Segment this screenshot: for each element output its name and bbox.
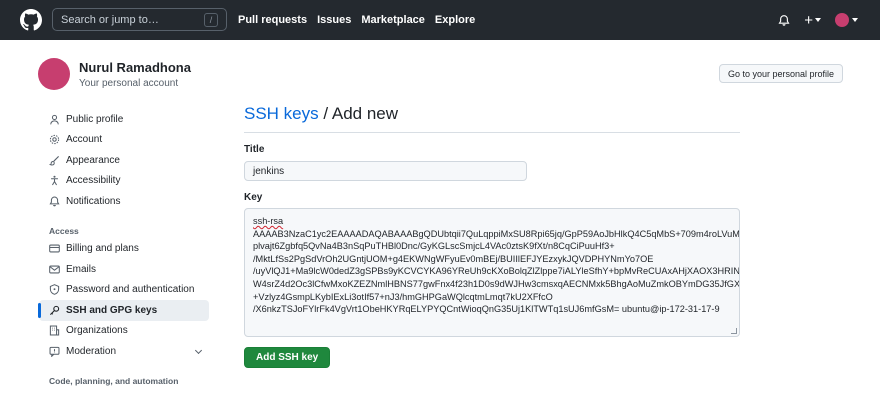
github-logo-icon[interactable]	[20, 9, 42, 31]
sidebar-item-ssh-gpg-keys[interactable]: SSH and GPG keys	[38, 300, 209, 321]
page-title-text: Add new	[331, 104, 399, 123]
search-shortcut-hint: /	[204, 12, 218, 27]
key-line: /X6nkzTSJoFYlrFk4VgVrt1ObeHKYRqELYPYQCnt…	[253, 304, 720, 315]
go-to-profile-button[interactable]: Go to your personal profile	[718, 64, 843, 83]
caret-down-icon	[852, 18, 858, 22]
title-field[interactable]: jenkins	[244, 161, 527, 181]
sidebar-item-label: Account	[66, 134, 103, 146]
sidebar-item-appearance[interactable]: Appearance	[39, 150, 209, 171]
caret-down-icon	[815, 18, 821, 22]
search-placeholder: Search or jump to…	[61, 13, 159, 26]
header-actions: +	[778, 0, 858, 40]
add-ssh-key-button[interactable]: Add SSH key	[244, 347, 331, 368]
profile-subtitle: Your personal account	[79, 77, 179, 89]
key-line: +Vzlyz4GsmpLKybIExLi3otIf57+nJ3/hmGHPGaW…	[253, 291, 553, 302]
title-label: Title	[244, 144, 265, 155]
primary-nav: Pull requests Issues Marketplace Explore	[238, 0, 485, 40]
bell-icon	[49, 196, 60, 207]
key-line: /MktLfSs2PgSdVrOh2UGntjUOM+g4EKWNgWFyuEv…	[253, 253, 654, 264]
organization-icon	[49, 325, 60, 336]
key-line: W4srZ4d2Oc3lCfwMxoKZEZNmlHBNS77gwFnx4f23…	[253, 278, 740, 289]
sidebar-item-password-auth[interactable]: Password and authentication	[39, 280, 209, 301]
sidebar-section-code: Code, planning, and automation	[49, 375, 179, 386]
title-field-value: jenkins	[253, 165, 285, 177]
key-textarea[interactable]: ssh-rsa AAAAB3NzaC1yc2EAAAADAQABAAABgQDU…	[244, 208, 740, 337]
main-content: SSH keys / Add new Title jenkins Key ssh…	[244, 104, 740, 368]
sidebar-item-label: Moderation	[66, 345, 117, 357]
mail-icon	[49, 264, 60, 275]
person-icon	[49, 114, 60, 125]
sidebar-section-access: Access	[49, 225, 79, 236]
create-new-button[interactable]: +	[804, 12, 821, 29]
key-label: Key	[244, 192, 263, 203]
page-title: SSH keys / Add new	[244, 104, 740, 133]
sidebar-item-notifications[interactable]: Notifications	[39, 191, 209, 212]
sidebar-item-organizations[interactable]: Organizations	[39, 321, 209, 342]
user-menu-button[interactable]	[835, 13, 858, 27]
nav-issues[interactable]: Issues	[317, 14, 351, 26]
sidebar-item-label: Emails	[66, 263, 97, 275]
avatar	[835, 13, 849, 27]
account-context: Nurul Ramadhona Your personal account	[38, 58, 191, 90]
sidebar-item-label: Public profile	[66, 113, 124, 125]
global-header: Search or jump to… / Pull requests Issue…	[0, 0, 880, 40]
sidebar-item-label: Appearance	[66, 154, 120, 166]
key-icon	[49, 305, 60, 316]
avatar[interactable]	[38, 58, 70, 90]
sidebar-item-label: Accessibility	[66, 175, 121, 187]
key-prefix: ssh-rsa	[253, 216, 284, 226]
search-input[interactable]: Search or jump to… /	[52, 8, 227, 31]
bell-icon[interactable]	[778, 14, 790, 27]
sidebar-item-label: Password and authentication	[66, 284, 195, 296]
sidebar-item-account[interactable]: Account	[39, 130, 209, 151]
key-line: plvajt6Zgbfq5QvNa4B3nSqPuTHBl0Dnc/GyKGLs…	[253, 241, 615, 252]
shield-lock-icon	[49, 284, 60, 296]
breadcrumb-separator: /	[318, 104, 332, 123]
accessibility-icon	[49, 175, 60, 186]
nav-marketplace[interactable]: Marketplace	[361, 14, 425, 26]
plus-icon: +	[804, 11, 813, 29]
sidebar-item-label: SSH and GPG keys	[66, 304, 158, 316]
gear-icon	[49, 134, 60, 145]
key-line: /uyVlQJ1+Ma9lcW0dedZ3gSPBs9yKCVCYKA96YRe…	[253, 266, 740, 277]
resize-handle[interactable]	[731, 328, 737, 334]
sidebar-item-accessibility[interactable]: Accessibility	[39, 171, 209, 192]
breadcrumb-ssh-keys-link[interactable]: SSH keys	[244, 104, 319, 123]
paintbrush-icon	[49, 155, 60, 166]
sidebar-item-emails[interactable]: Emails	[39, 259, 209, 280]
report-icon	[49, 346, 60, 357]
sidebar-item-billing[interactable]: Billing and plans	[39, 239, 209, 260]
key-line: AAAAB3NzaC1yc2EAAAADAQABAAABgQDUbtqii7Qu…	[253, 228, 740, 239]
sidebar-item-label: Billing and plans	[66, 243, 139, 255]
sidebar-item-label: Notifications	[66, 195, 121, 207]
credit-card-icon	[49, 243, 60, 254]
chevron-down-icon[interactable]	[194, 346, 203, 355]
sidebar-item-moderation[interactable]: Moderation	[39, 341, 209, 362]
nav-explore[interactable]: Explore	[435, 14, 475, 26]
sidebar-item-public-profile[interactable]: Public profile	[39, 109, 209, 130]
settings-sidebar: Public profile Account Appearance Access…	[38, 109, 209, 389]
sidebar-item-label: Organizations	[66, 325, 128, 337]
profile-name[interactable]: Nurul Ramadhona	[79, 60, 191, 76]
nav-pull-requests[interactable]: Pull requests	[238, 14, 307, 26]
